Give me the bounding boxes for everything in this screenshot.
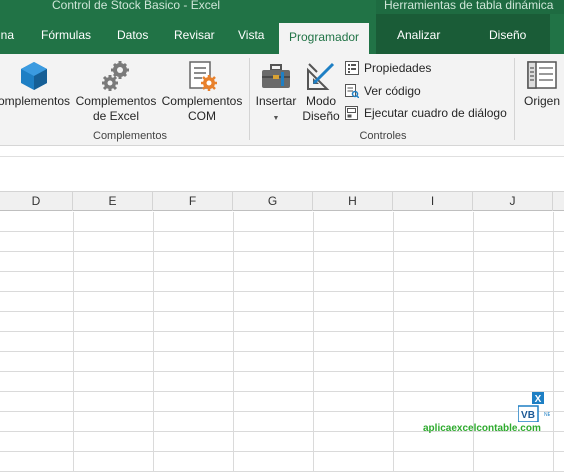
window-title: Control de Stock Basico - Excel: [52, 0, 221, 12]
title-bar: Control de Stock Basico - Excel Herramie…: [0, 0, 564, 14]
formula-bar[interactable]: [0, 147, 564, 157]
column-header-f[interactable]: F: [153, 192, 233, 211]
com-addins-label-2: COM: [188, 109, 216, 123]
chevron-down-icon: ▼: [272, 115, 280, 122]
column-header-d[interactable]: D: [0, 192, 73, 211]
com-addins-icon: [189, 61, 217, 91]
propiedades-label: Propiedades: [364, 61, 432, 75]
cube-icon: [21, 62, 47, 90]
group-separator: [514, 58, 515, 140]
ejecutar-dialogo-label: Ejecutar cuadro de diálogo: [364, 106, 507, 120]
column-header-row: D E F G H I J: [0, 191, 564, 211]
column-header-h[interactable]: H: [313, 192, 393, 211]
watermark-logo: X VB NET: [518, 392, 550, 422]
gears-icon: [102, 61, 129, 91]
column-header-e[interactable]: E: [73, 192, 153, 211]
contextual-tools-label: Herramientas de tabla dinámica: [384, 0, 554, 12]
modo-diseno-label-2: Diseño: [302, 109, 340, 123]
insertar-button[interactable]: Insertar ▼: [254, 54, 298, 124]
complementos-label: omplementos: [0, 94, 71, 108]
com-addins-button[interactable]: Complementos COM: [160, 54, 244, 124]
svg-text:VB: VB: [521, 410, 535, 421]
sheet-top-area: [0, 158, 564, 191]
complementos-button[interactable]: omplementos: [0, 54, 72, 124]
tab-revisar[interactable]: Revisar: [174, 28, 215, 42]
xml-source-icon: [527, 61, 557, 89]
group-separator: [249, 58, 250, 140]
ribbon-tab-row: ina Fórmulas Datos Revisar Vista Program…: [0, 14, 564, 54]
modo-diseno-label-1: Modo: [305, 94, 337, 108]
svg-text:NET: NET: [544, 412, 550, 418]
excel-addins-button[interactable]: Complementos de Excel: [74, 54, 158, 124]
svg-text:X: X: [535, 394, 542, 405]
column-header-i[interactable]: I: [393, 192, 473, 211]
tab-formulas[interactable]: Fórmulas: [41, 28, 91, 42]
tab-datos[interactable]: Datos: [117, 28, 148, 42]
complementos-group-label: Complementos: [93, 130, 167, 142]
tab-diseno[interactable]: Diseño: [489, 28, 526, 42]
tab-vista[interactable]: Vista: [238, 28, 264, 42]
run-dialog-icon: [345, 106, 358, 120]
design-mode-icon: [307, 62, 335, 90]
tab-programador[interactable]: Programador: [279, 23, 370, 54]
contextual-tools-title: Herramientas de tabla dinámica: [376, 0, 564, 14]
view-code-icon: [345, 84, 359, 98]
excel-addins-label-2: de Excel: [92, 109, 140, 123]
ver-codigo-button[interactable]: Ver código: [345, 82, 421, 100]
properties-icon: [345, 61, 359, 75]
origen-label: Origen: [523, 94, 561, 108]
controles-group-label: Controles: [359, 130, 407, 142]
tab-pagina[interactable]: ina: [0, 28, 14, 42]
column-header-j[interactable]: J: [473, 192, 553, 211]
excel-addins-label-1: Complementos: [75, 94, 157, 108]
ver-codigo-label: Ver código: [364, 84, 421, 98]
insertar-label: Insertar: [255, 94, 297, 108]
column-header-g[interactable]: G: [233, 192, 313, 211]
toolbox-icon: [262, 64, 290, 88]
tab-analizar[interactable]: Analizar: [397, 28, 440, 42]
ejecutar-dialogo-button[interactable]: Ejecutar cuadro de diálogo: [345, 104, 507, 122]
com-addins-label-1: Complementos: [161, 94, 243, 108]
ribbon: omplementos Complementos de Excel Comple…: [0, 54, 564, 146]
origen-button[interactable]: Origen: [520, 54, 564, 124]
watermark-text: aplicaexcelcontable.com: [423, 423, 541, 434]
propiedades-button[interactable]: Propiedades: [345, 59, 431, 77]
modo-diseno-button[interactable]: Modo Diseño: [300, 54, 342, 124]
